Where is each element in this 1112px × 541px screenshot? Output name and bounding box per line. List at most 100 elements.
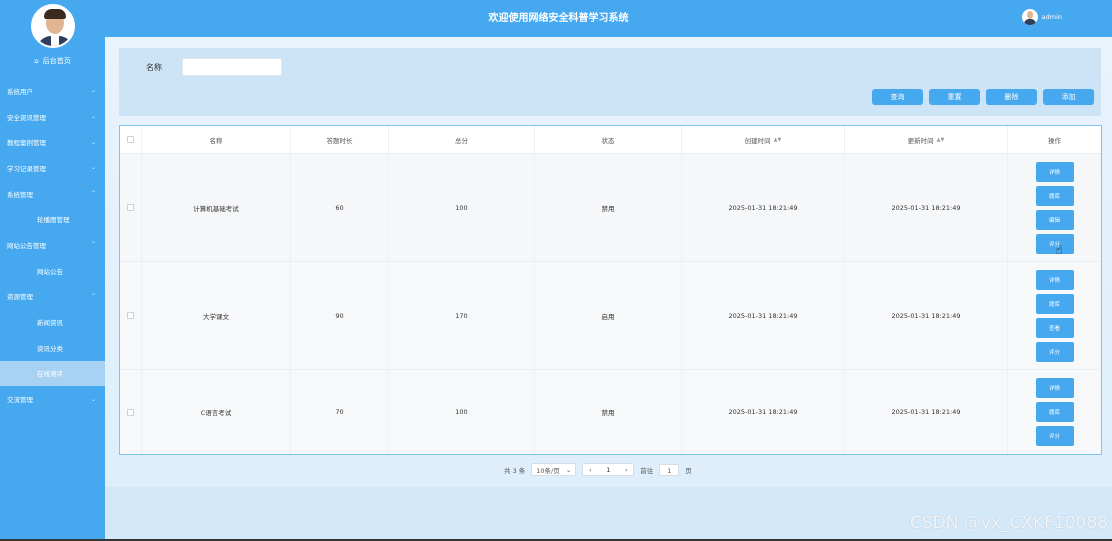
page-size-select[interactable]: 10条/页 ⌄	[531, 463, 577, 476]
cell-name: 大学课文	[142, 262, 291, 369]
sidebar-group-6[interactable]: 网站公告管理 ⌃	[0, 232, 105, 258]
sidebar-subitem-11[interactable]: 在线测评	[0, 360, 105, 387]
row-op-button[interactable]: 题库	[1035, 185, 1074, 206]
sidebar-item-label: 学习记录管理	[7, 164, 46, 173]
sidebar-group-12[interactable]: 交流管理 ⌄	[0, 386, 105, 412]
page-nav: ‹ 1 ›	[582, 463, 635, 476]
home-icon: ⌂	[34, 57, 39, 65]
chevron-up-icon: ⌃	[90, 241, 96, 249]
avatar[interactable]	[30, 4, 75, 48]
row-checkbox[interactable]	[127, 204, 134, 211]
row-op-button[interactable]: 评分	[1035, 341, 1074, 362]
select-all-checkbox[interactable]	[127, 136, 134, 143]
sidebar-home[interactable]: ⌂ 后台首页	[0, 52, 105, 70]
sort-icon[interactable]: ▲▼	[937, 137, 945, 143]
row-checkbox[interactable]	[127, 312, 134, 319]
row-op-button[interactable]: 题库	[1035, 402, 1074, 422]
sidebar-group-8[interactable]: 资源管理 ⌃	[0, 284, 105, 310]
cell-updated: 2025-01-31 18:21:49	[845, 262, 1008, 369]
sidebar-group-2[interactable]: 教程案例管理 ⌄	[0, 129, 105, 155]
header-updated[interactable]: 更新时间 ▲▼	[845, 126, 1008, 153]
add-button[interactable]: 添加	[1043, 89, 1094, 105]
header-status: 状态	[535, 126, 682, 153]
header-score: 总分	[389, 126, 535, 153]
sidebar-group-4[interactable]: 系统管理 ⌃	[0, 181, 105, 207]
row-op-button[interactable]: 详情	[1035, 378, 1074, 398]
cell-duration: 90	[291, 262, 389, 369]
sidebar-item-label: 资讯分类	[37, 344, 63, 353]
row-op-label: 评分	[1048, 434, 1060, 440]
prev-page-icon[interactable]: ‹	[583, 466, 597, 474]
pagination: 共 3 条 10条/页 ⌄ ‹ 1 › 前往 1 页	[504, 463, 692, 476]
query-button[interactable]: 查询	[872, 89, 923, 105]
row-op-button[interactable]: 评分 ☝	[1035, 233, 1074, 257]
row-op-button[interactable]: 查看	[1035, 317, 1074, 338]
chevron-down-icon: ⌄	[90, 87, 96, 95]
row-op-label: 题库	[1048, 301, 1060, 308]
current-page[interactable]: 1	[597, 466, 619, 474]
row-op-label: 题库	[1048, 193, 1060, 200]
header-created-label: 创建时间	[744, 136, 771, 145]
sidebar-subitem-7[interactable]: 网站公告	[0, 258, 105, 284]
user-menu[interactable]: admin	[1021, 9, 1062, 25]
row-op-button[interactable]: 详情	[1035, 269, 1074, 290]
cell-score: 100	[389, 154, 535, 261]
sidebar-group-0[interactable]: 系统用户 ⌄	[0, 78, 105, 104]
page-title: 欢迎使用网络安全科普学习系统	[488, 13, 629, 24]
cell-name: 计算机基础考试	[142, 154, 291, 261]
header-updated-label: 更新时间	[907, 136, 934, 145]
header-created[interactable]: 创建时间 ▲▼	[682, 126, 845, 153]
pagination-total: 共 3 条	[504, 466, 526, 475]
next-page-icon[interactable]: ›	[619, 466, 633, 474]
watermark: CSDN @vx_CXKF10088	[909, 513, 1108, 533]
user-avatar	[1021, 9, 1038, 25]
sidebar-subitem-5[interactable]: 轮播图管理	[0, 206, 105, 232]
row-op-button[interactable]: 详情	[1035, 161, 1074, 182]
search-label: 名称	[146, 63, 162, 72]
cell-ops: 详情 题库 查看 评分	[1008, 262, 1101, 369]
row-op-label: 编辑	[1048, 217, 1060, 224]
search-input[interactable]	[182, 58, 282, 76]
sidebar-avatar-area	[0, 0, 105, 52]
sidebar: ⌂ 后台首页 系统用户 ⌄ 安全资讯管理 ⌄ 教程案例管理 ⌄ 学习记录管理 ⌄ 系统管理 ⌃ 轮播…	[0, 0, 105, 541]
cell-created: 2025-01-31 18:21:49	[682, 370, 845, 454]
table-row: 计算机基础考试 60 100 禁用 2025-01-31 18:21:49 2025-01…	[120, 154, 1101, 262]
page-suffix: 页	[685, 466, 692, 475]
cell-score: 170	[389, 262, 535, 369]
header-ops: 操作	[1048, 136, 1061, 145]
delete-button[interactable]: 删除	[986, 89, 1037, 105]
chevron-down-icon: ⌄	[90, 138, 96, 146]
cell-duration: 70	[291, 370, 389, 454]
reset-button[interactable]: 重置	[929, 89, 980, 105]
goto-page-input[interactable]: 1	[659, 463, 680, 476]
table-body: 计算机基础考试 60 100 禁用 2025-01-31 18:21:49 2025-01…	[120, 154, 1101, 454]
row-op-button[interactable]: 编辑	[1035, 209, 1074, 230]
sidebar-group-1[interactable]: 安全资讯管理 ⌄	[0, 104, 105, 130]
row-select-cell	[120, 370, 142, 454]
action-buttons: 查询 重置 删除 添加	[872, 89, 1094, 105]
row-op-label: 查看	[1048, 325, 1060, 332]
row-op-button[interactable]: 评分	[1035, 426, 1074, 446]
cell-status: 启用	[535, 262, 682, 369]
cell-score: 100	[389, 370, 535, 454]
sidebar-subitem-9[interactable]: 新闻资讯	[0, 309, 105, 335]
page-size-value: 10条/页	[536, 466, 560, 475]
username: admin	[1041, 13, 1062, 21]
sidebar-group-3[interactable]: 学习记录管理 ⌄	[0, 155, 105, 181]
sidebar-subitem-10[interactable]: 资讯分类	[0, 335, 105, 361]
select-all-cell	[120, 126, 142, 153]
chevron-down-icon: ⌄	[565, 465, 572, 474]
cell-updated: 2025-01-31 18:21:49	[845, 154, 1008, 261]
cell-status: 禁用	[535, 154, 682, 261]
cell-ops: 详情题库编辑评分 ☝	[1008, 154, 1101, 261]
chevron-up-icon: ⌃	[90, 190, 96, 198]
row-checkbox[interactable]	[127, 408, 134, 416]
sort-icon[interactable]: ▲▼	[774, 137, 782, 143]
cell-created: 2025-01-31 18:21:49	[682, 262, 845, 369]
cell-name: C语言考试	[142, 370, 291, 454]
row-op-label: 题库	[1048, 410, 1060, 416]
header-duration: 答题时长	[291, 126, 389, 153]
row-op-button[interactable]: 题库	[1035, 293, 1074, 314]
row-op-label: 详情	[1048, 277, 1060, 284]
sidebar-item-label: 教程案例管理	[7, 139, 46, 148]
